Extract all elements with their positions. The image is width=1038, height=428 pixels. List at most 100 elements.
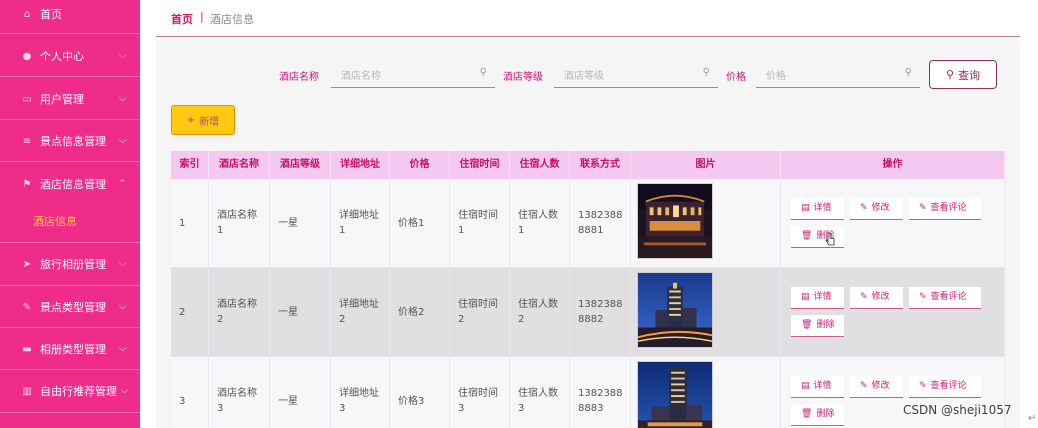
search-icon: ⚲: [904, 67, 912, 78]
document-icon: ▤: [801, 292, 810, 302]
cell-guests: 住宿人数 1: [510, 179, 570, 268]
cell-guests: 住宿人数 3: [510, 357, 570, 428]
sidebar-item-attraction-info[interactable]: ≡ 景点信息管理 ⌵: [0, 123, 140, 159]
chat-icon: ▭: [22, 93, 32, 105]
price-input[interactable]: 价格 ⚲: [756, 60, 920, 88]
column-header: 操作: [781, 151, 1005, 179]
search-icon: ⚲: [945, 68, 955, 81]
breadcrumb-separator: |: [200, 10, 204, 23]
chevron-down-icon: ⌵: [119, 259, 126, 269]
table-header: 索引 酒店名称 酒店等级 详细地址 价格 住宿时间 住宿人数 联系方式 图片 操…: [171, 151, 1005, 179]
chevron-down-icon: ⌵: [119, 344, 126, 354]
cell-photo: [631, 357, 781, 428]
search-button[interactable]: ⚲ 查询: [929, 60, 997, 89]
trash-icon: 🗑: [801, 320, 813, 330]
view-comments-button[interactable]: ✎ 查看评论: [909, 287, 981, 309]
price-label: 价格: [726, 72, 746, 83]
pencil-icon: ✎: [860, 292, 868, 302]
view-comments-button[interactable]: ✎ 查看评论: [909, 376, 981, 398]
detail-button[interactable]: ▤ 详情: [791, 376, 844, 398]
cell-hotel-name: 酒店名称 2: [209, 268, 270, 357]
document-icon: ▤: [801, 381, 810, 391]
breadcrumb-current: 酒店信息: [210, 13, 254, 26]
column-header: 酒店名称: [209, 151, 270, 179]
list-icon: ≡: [22, 135, 32, 147]
sidebar-item-label: 景点类型管理: [40, 301, 106, 314]
edit-button[interactable]: ✎ 修改: [850, 376, 903, 398]
hotel-level-placeholder: 酒店等级: [564, 71, 604, 82]
sidebar-subitem-hotel-info[interactable]: 酒店信息: [0, 205, 140, 239]
hotel-photo[interactable]: [637, 272, 713, 348]
flag-icon: ⚑: [22, 178, 32, 190]
view-comments-button[interactable]: ✎ 查看评论: [909, 198, 981, 220]
edit-button[interactable]: ✎ 修改: [850, 287, 903, 309]
delete-button[interactable]: 🗑 删除: [791, 404, 844, 426]
pencil-icon: ✎: [860, 203, 868, 213]
hotel-photo[interactable]: [637, 183, 713, 259]
sidebar-item-label: 景点信息管理: [40, 135, 106, 148]
hotel-level-label: 酒店等级: [503, 72, 543, 83]
breadcrumb-home[interactable]: 首页: [171, 11, 193, 27]
sidebar-item-user-management[interactable]: ▭ 用户管理 ⌵: [0, 81, 140, 117]
column-header: 详细地址: [331, 151, 390, 179]
cell-price: 价格1: [390, 179, 450, 268]
sidebar-item-label: 个人中心: [40, 50, 84, 63]
main-panel: 首页 | 酒店信息 酒店名称 酒店名称 ⚲ 酒店等级 酒店等级 ⚲ 价格 价格 …: [156, 0, 1020, 428]
column-header: 联系方式: [570, 151, 631, 179]
sidebar-item-album-type[interactable]: ▬ 相册类型管理 ⌵: [0, 331, 140, 367]
cell-price: 价格2: [390, 268, 450, 357]
divider: [0, 242, 140, 243]
hotel-name-input[interactable]: 酒店名称 ⚲: [331, 60, 495, 88]
sidebar-item-home[interactable]: ⌂ 首页: [0, 0, 140, 28]
sidebar-item-travel-album[interactable]: ➤ 旅行相册管理 ⌵: [0, 246, 140, 282]
chevron-up-icon: ⌃: [118, 179, 126, 189]
bar-chart-icon: ▥: [22, 385, 32, 397]
home-icon: ⌂: [23, 8, 31, 20]
hotel-photo[interactable]: [637, 361, 713, 428]
cell-address: 详细地址 1: [331, 179, 390, 268]
cell-contact: 1382388 8882: [570, 268, 631, 357]
divider: [0, 412, 140, 413]
breadcrumb: 首页 | 酒店信息: [156, 0, 1020, 37]
add-button[interactable]: + 新增: [171, 105, 235, 135]
sidebar-item-hotel-info[interactable]: ⚑ 酒店信息管理 ⌃: [0, 166, 140, 202]
hotel-name-placeholder: 酒店名称: [341, 71, 381, 82]
column-header: 住宿人数: [510, 151, 570, 179]
detail-button[interactable]: ▤ 详情: [791, 198, 844, 220]
pencil-icon: ✎: [919, 381, 927, 391]
sidebar-item-free-travel[interactable]: ▥ 自由行推荐管理 ⌵: [0, 373, 140, 409]
table-row: 2 酒店名称 2 一星 详细地址 2 价格2 住宿时间 2 住宿人数 2 138…: [171, 268, 1005, 357]
brush-icon: ✎: [22, 301, 32, 313]
cell-actions: ▤ 详情 ✎ 修改 ✎ 查看评论 🗑 删除: [781, 179, 1005, 268]
chevron-down-icon: ⌵: [119, 51, 126, 61]
cell-index: 3: [171, 357, 209, 428]
column-header: 索引: [171, 151, 209, 179]
column-header: 图片: [631, 151, 781, 179]
divider: [0, 327, 140, 328]
column-header: 酒店等级: [270, 151, 331, 179]
delete-button[interactable]: 🗑 删除: [791, 315, 844, 337]
sidebar-item-label: 首页: [40, 8, 62, 21]
edit-button[interactable]: ✎ 修改: [850, 198, 903, 220]
cell-hotel-level: 一星: [270, 179, 331, 268]
user-icon: ●: [22, 50, 32, 62]
chevron-down-icon: ⌵: [119, 94, 126, 104]
sidebar-item-label: 相册类型管理: [40, 343, 106, 356]
pencil-icon: ✎: [919, 292, 927, 302]
cell-hotel-level: 一星: [270, 357, 331, 428]
column-header: 住宿时间: [450, 151, 510, 179]
box-icon: ▬: [22, 343, 32, 355]
document-icon: ▤: [801, 203, 810, 213]
cell-hotel-name: 酒店名称 1: [209, 179, 270, 268]
column-header: 价格: [390, 151, 450, 179]
detail-button[interactable]: ▤ 详情: [791, 287, 844, 309]
sidebar-item-personal-center[interactable]: ● 个人中心 ⌵: [0, 38, 140, 74]
hotel-level-input[interactable]: 酒店等级 ⚲: [554, 60, 718, 88]
cell-actions: ▤ 详情 ✎ 修改 ✎ 查看评论 🗑 删除: [781, 268, 1005, 357]
cell-price: 价格3: [390, 357, 450, 428]
cell-actions: ▤ 详情 ✎ 修改 ✎ 查看评论 🗑 删除: [781, 357, 1005, 428]
sidebar-item-attraction-type[interactable]: ✎ 景点类型管理 ⌵: [0, 289, 140, 325]
add-button-label: 新增: [199, 116, 220, 128]
delete-button[interactable]: 🗑 删除: [791, 226, 844, 248]
cell-address: 详细地址 2: [331, 268, 390, 357]
